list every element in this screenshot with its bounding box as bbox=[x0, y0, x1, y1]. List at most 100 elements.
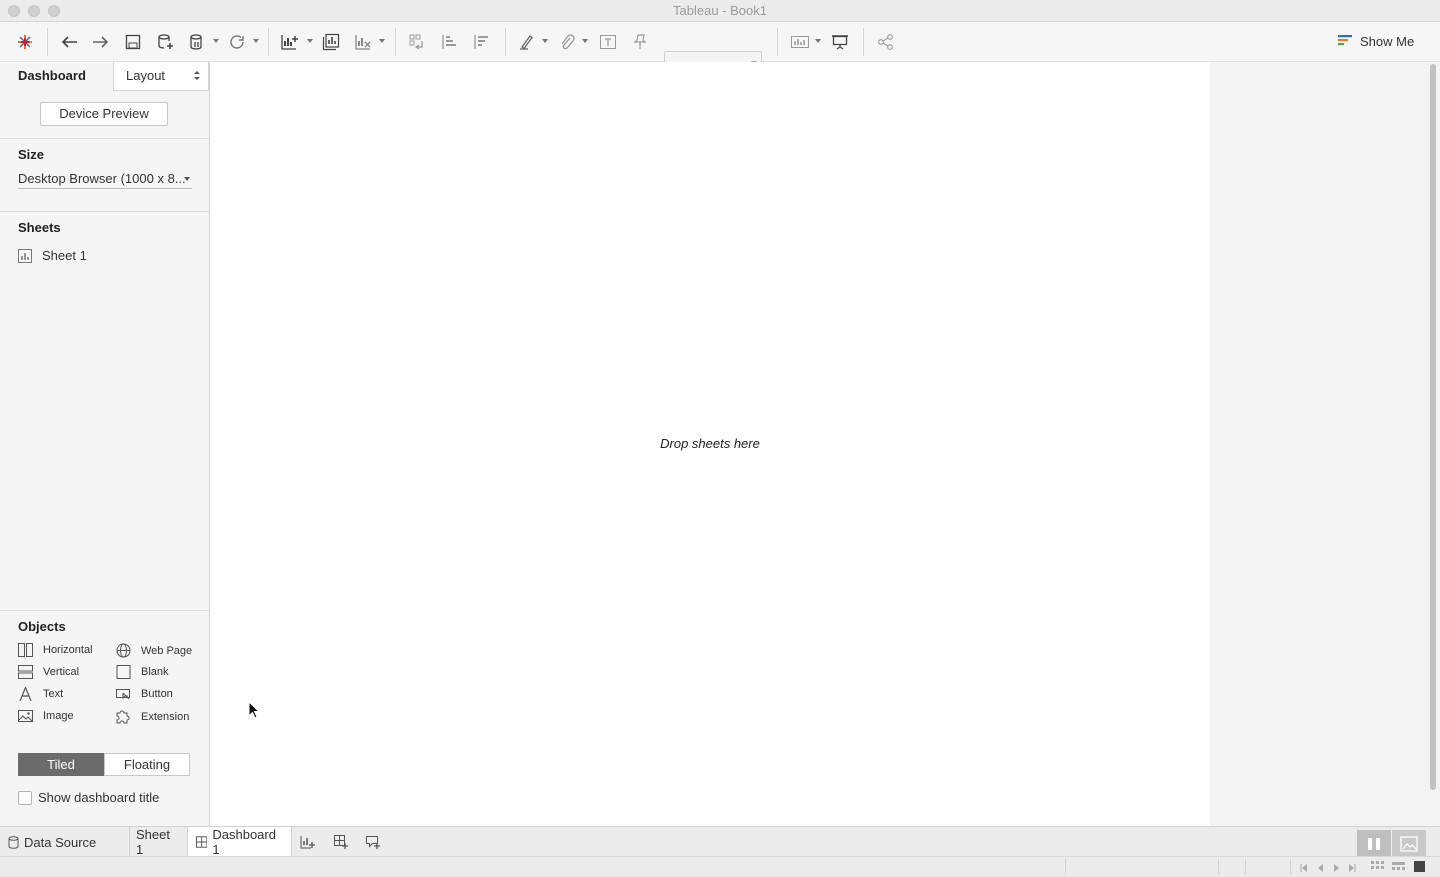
blank-icon bbox=[116, 665, 131, 679]
size-dropdown[interactable]: Desktop Browser (1000 x 8... bbox=[18, 171, 192, 189]
puzzle-piece-icon bbox=[116, 710, 130, 724]
show-me-button[interactable]: Show Me bbox=[1338, 31, 1414, 51]
highlight-dropdown[interactable] bbox=[542, 39, 548, 43]
last-page-icon[interactable] bbox=[1348, 862, 1356, 872]
new-worksheet-icon[interactable] bbox=[278, 30, 302, 54]
show-cards-icon[interactable] bbox=[789, 30, 811, 54]
object-extension[interactable]: Extension bbox=[116, 709, 189, 724]
presentation-mode-icon[interactable] bbox=[829, 30, 851, 54]
up-down-arrows-icon bbox=[194, 71, 200, 81]
share-icon[interactable] bbox=[875, 30, 897, 54]
tab-layout[interactable]: Layout bbox=[113, 62, 209, 91]
pause-icon bbox=[1368, 838, 1380, 850]
show-dashboard-title-checkbox[interactable] bbox=[18, 790, 32, 805]
group-members-dropdown[interactable] bbox=[582, 39, 588, 43]
new-dashboard-tab-icon[interactable] bbox=[333, 834, 349, 850]
tab-dashboard[interactable]: Dashboard bbox=[0, 62, 113, 91]
chevron-down-icon bbox=[184, 177, 190, 181]
presentation-view-button[interactable] bbox=[1392, 830, 1426, 858]
tab-dashboard-1-label: Dashboard 1 bbox=[212, 827, 276, 857]
object-image-label: Image bbox=[43, 710, 74, 722]
object-extension-label: Extension bbox=[141, 710, 190, 723]
show-me-icon bbox=[1338, 35, 1352, 46]
tab-data-source[interactable]: Data Source bbox=[0, 827, 130, 857]
status-bar bbox=[0, 856, 1440, 877]
show-dashboard-title-label: Show dashboard title bbox=[38, 790, 160, 805]
new-data-source-icon[interactable] bbox=[155, 30, 177, 54]
refresh-icon[interactable] bbox=[226, 30, 248, 54]
tab-dashboard-label: Dashboard bbox=[18, 68, 86, 83]
swap-rows-columns-icon[interactable] bbox=[406, 30, 428, 54]
object-text[interactable]: Text bbox=[18, 687, 63, 701]
sort-descending-icon[interactable] bbox=[471, 30, 493, 54]
object-image[interactable]: Image bbox=[18, 709, 74, 723]
vertical-scrollbar[interactable] bbox=[1428, 62, 1438, 826]
refresh-dropdown[interactable] bbox=[253, 39, 259, 43]
object-web-page-label: Web Page bbox=[141, 644, 193, 657]
pause-updates-icon[interactable] bbox=[187, 30, 207, 54]
mouse-cursor-icon bbox=[248, 700, 261, 722]
object-web-page[interactable]: Web Page bbox=[116, 643, 192, 658]
tab-data-source-label: Data Source bbox=[24, 834, 97, 850]
show-me-label: Show Me bbox=[1360, 33, 1415, 49]
object-horizontal-label: Horizontal bbox=[43, 644, 93, 656]
show-cards-dropdown[interactable] bbox=[815, 39, 821, 43]
show-dashboard-title-toggle[interactable]: Show dashboard title bbox=[18, 790, 159, 805]
object-horizontal[interactable]: Horizontal bbox=[18, 643, 93, 657]
tab-sheet-1-label: Sheet 1 bbox=[136, 827, 170, 857]
toolbar: Show Me bbox=[0, 22, 1440, 75]
next-page-icon[interactable] bbox=[1332, 862, 1340, 872]
sheet-sorter-icon[interactable] bbox=[1371, 861, 1385, 873]
clear-sheet-dropdown[interactable] bbox=[379, 39, 385, 43]
pause-updates-dropdown[interactable] bbox=[213, 39, 219, 43]
button-icon bbox=[116, 689, 130, 700]
new-worksheet-dropdown[interactable] bbox=[307, 39, 313, 43]
dashboard-canvas[interactable]: Drop sheets here bbox=[210, 62, 1210, 826]
sheet-list-item[interactable]: Sheet 1 bbox=[18, 248, 87, 263]
image-frame-icon bbox=[1400, 836, 1418, 852]
globe-icon bbox=[116, 643, 131, 658]
new-worksheet-tab-icon[interactable] bbox=[300, 834, 316, 850]
tab-sheet-1[interactable]: Sheet 1 bbox=[130, 827, 188, 857]
object-button[interactable]: Button bbox=[116, 687, 173, 701]
object-vertical[interactable]: Vertical bbox=[18, 665, 79, 679]
window-title: Tableau - Book1 bbox=[673, 3, 767, 18]
group-members-icon[interactable] bbox=[556, 30, 578, 54]
text-icon bbox=[19, 687, 32, 701]
tiled-button[interactable]: Tiled bbox=[18, 753, 104, 776]
tableau-logo-icon[interactable] bbox=[14, 30, 36, 54]
object-button-label: Button bbox=[141, 688, 173, 700]
database-icon bbox=[8, 835, 19, 849]
sort-ascending-icon[interactable] bbox=[439, 30, 461, 54]
tab-dashboard-1[interactable]: Dashboard 1 bbox=[188, 827, 292, 857]
vertical-container-icon bbox=[18, 665, 33, 679]
sheet-tab-bar: Data Source Sheet 1 Dashboard 1 bbox=[0, 826, 1440, 858]
tab-layout-label: Layout bbox=[126, 68, 166, 83]
first-page-icon[interactable] bbox=[1300, 862, 1308, 872]
title-bar: Tableau - Book1 bbox=[0, 0, 1440, 22]
filmstrip-view-button[interactable] bbox=[1357, 830, 1391, 858]
floating-button[interactable]: Floating bbox=[104, 753, 190, 776]
prev-page-icon[interactable] bbox=[1317, 862, 1325, 872]
highlight-icon[interactable] bbox=[516, 30, 538, 54]
worksheet-icon bbox=[18, 248, 32, 263]
objects-title: Objects bbox=[18, 619, 66, 634]
filmstrip-icon[interactable] bbox=[1392, 861, 1406, 873]
drop-sheets-hint: Drop sheets here bbox=[660, 436, 760, 451]
undo-icon[interactable] bbox=[58, 30, 80, 54]
sheets-title: Sheets bbox=[18, 220, 61, 235]
device-preview-button[interactable]: Device Preview bbox=[40, 102, 168, 126]
clear-sheet-icon[interactable] bbox=[352, 30, 374, 54]
duplicate-sheet-icon[interactable] bbox=[320, 30, 342, 54]
redo-icon[interactable] bbox=[90, 30, 112, 54]
new-story-tab-icon[interactable] bbox=[365, 834, 381, 850]
save-icon[interactable] bbox=[122, 30, 144, 54]
show-mark-labels-icon[interactable] bbox=[597, 30, 619, 54]
object-blank[interactable]: Blank bbox=[116, 665, 169, 679]
dashboard-icon bbox=[196, 836, 208, 848]
object-blank-label: Blank bbox=[141, 666, 169, 678]
size-value: Desktop Browser (1000 x 8... bbox=[18, 171, 186, 186]
fix-axes-icon[interactable] bbox=[629, 30, 651, 54]
tabs-view-icon[interactable] bbox=[1414, 861, 1426, 873]
scrollbar-thumb[interactable] bbox=[1430, 64, 1436, 790]
